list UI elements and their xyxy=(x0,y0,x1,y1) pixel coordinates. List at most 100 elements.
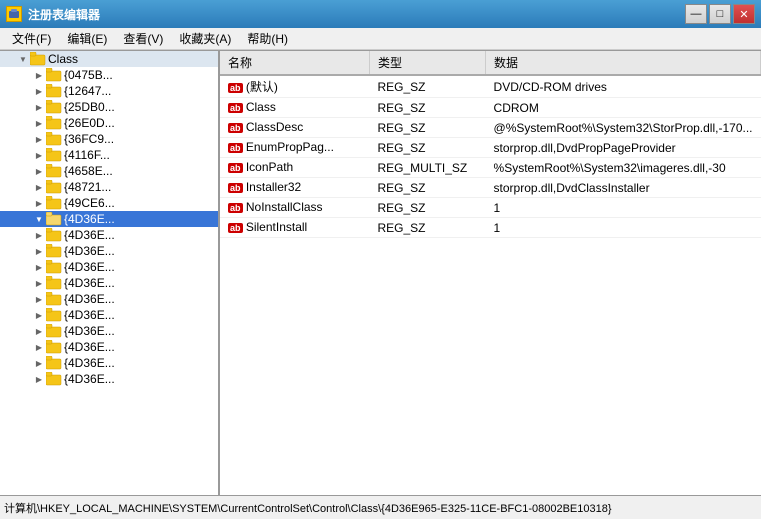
tree-item-4658[interactable]: ▶ {4658E... xyxy=(0,163,218,179)
tree-item-4d36e-5[interactable]: ▶ {4D36E... xyxy=(0,275,218,291)
cell-type: REG_SZ xyxy=(369,118,485,138)
cell-name: ab Installer32 xyxy=(220,178,369,198)
tree-item-49ce[interactable]: ▶ {49CE6... xyxy=(0,195,218,211)
tree-expand-arrow[interactable]: ▶ xyxy=(32,84,46,98)
tree-label-class: Class xyxy=(48,52,78,66)
folder-icon xyxy=(46,276,62,290)
folder-icon xyxy=(46,164,62,178)
tree-item-4d36e-4[interactable]: ▶ {4D36E... xyxy=(0,259,218,275)
col-name[interactable]: 名称 xyxy=(220,51,369,75)
tree-item-4d36e-8[interactable]: ▶ {4D36E... xyxy=(0,323,218,339)
tree-expand-arrow[interactable]: ▶ xyxy=(32,324,46,338)
tree-expand-arrow[interactable]: ▶ xyxy=(32,276,46,290)
table-row[interactable]: ab ClassDescREG_SZ@%SystemRoot%\System32… xyxy=(220,118,761,138)
folder-icon xyxy=(46,180,62,194)
menu-help[interactable]: 帮助(H) xyxy=(239,28,296,49)
tree-item-12647[interactable]: ▶ {12647... xyxy=(0,83,218,99)
tree-item-0475[interactable]: ▶ {0475B... xyxy=(0,67,218,83)
folder-icon xyxy=(46,100,62,114)
tree-item-4d36e-3[interactable]: ▶ {4D36E... xyxy=(0,243,218,259)
tree-expand-arrow[interactable]: ▶ xyxy=(32,180,46,194)
cell-type: REG_SZ xyxy=(369,98,485,118)
folder-icon xyxy=(46,116,62,130)
cell-type: REG_MULTI_SZ xyxy=(369,158,485,178)
tree-item-4d36e-selected[interactable]: ▼ {4D36E... xyxy=(0,211,218,227)
tree-expand-arrow[interactable]: ▶ xyxy=(32,100,46,114)
tree-expand-arrow[interactable]: ▶ xyxy=(32,132,46,146)
title-text: 注册表编辑器 xyxy=(28,6,100,23)
folder-icon xyxy=(46,68,62,82)
tree-item-36fc[interactable]: ▶ {36FC9... xyxy=(0,131,218,147)
registry-value-icon: ab xyxy=(228,123,243,133)
tree-item-4d36e-2[interactable]: ▶ {4D36E... xyxy=(0,227,218,243)
tree-label: {4D36E... xyxy=(64,260,115,274)
tree-expand-arrow[interactable]: ▶ xyxy=(32,196,46,210)
tree-expand-arrow[interactable]: ▶ xyxy=(32,116,46,130)
table-row[interactable]: ab ClassREG_SZCDROM xyxy=(220,98,761,118)
table-row[interactable]: ab NoInstallClassREG_SZ1 xyxy=(220,198,761,218)
col-data[interactable]: 数据 xyxy=(486,51,761,75)
tree-item-4d36e-10[interactable]: ▶ {4D36E... xyxy=(0,355,218,371)
tree-label: {4D36E... xyxy=(64,212,115,226)
cell-data: 1 xyxy=(486,218,761,238)
tree-item-4d36e-11[interactable]: ▶ {4D36E... xyxy=(0,371,218,387)
tree-expand-arrow[interactable]: ▶ xyxy=(32,308,46,322)
folder-icon xyxy=(46,148,62,162)
tree-label: {48721... xyxy=(64,180,111,194)
close-button[interactable]: ✕ xyxy=(733,4,755,24)
tree-item-4d36e-7[interactable]: ▶ {4D36E... xyxy=(0,307,218,323)
cell-name: ab Class xyxy=(220,98,369,118)
tree-expand-arrow[interactable]: ▶ xyxy=(32,228,46,242)
tree-expand-arrow[interactable]: ▶ xyxy=(32,68,46,82)
tree-label: {4D36E... xyxy=(64,292,115,306)
col-type[interactable]: 类型 xyxy=(369,51,485,75)
tree-label: {36FC9... xyxy=(64,132,114,146)
tree-expand-arrow[interactable]: ▼ xyxy=(16,52,30,66)
menu-edit[interactable]: 编辑(E) xyxy=(59,28,115,49)
cell-data: @%SystemRoot%\System32\StorProp.dll,-170… xyxy=(486,118,761,138)
registry-value-icon: ab xyxy=(228,203,243,213)
folder-icon xyxy=(46,244,62,258)
tree-label: {4D36E... xyxy=(64,308,115,322)
cell-type: REG_SZ xyxy=(369,178,485,198)
tree-expand-arrow[interactable]: ▶ xyxy=(32,340,46,354)
tree-label: {49CE6... xyxy=(64,196,115,210)
menu-file[interactable]: 文件(F) xyxy=(4,28,59,49)
tree-expand-arrow[interactable]: ▶ xyxy=(32,292,46,306)
menu-favorites[interactable]: 收藏夹(A) xyxy=(171,28,239,49)
tree-content[interactable]: ▼ Class ▶ {0475B... ▶ xyxy=(0,51,218,495)
tree-item-25db[interactable]: ▶ {25DB0... xyxy=(0,99,218,115)
tree-expand-arrow[interactable]: ▶ xyxy=(32,356,46,370)
folder-icon xyxy=(46,228,62,242)
tree-expand-arrow[interactable]: ▶ xyxy=(32,244,46,258)
table-row[interactable]: ab SilentInstallREG_SZ1 xyxy=(220,218,761,238)
tree-item-4d36e-6[interactable]: ▶ {4D36E... xyxy=(0,291,218,307)
tree-item-4116[interactable]: ▶ {4116F... xyxy=(0,147,218,163)
tree-item-26e0[interactable]: ▶ {26E0D... xyxy=(0,115,218,131)
menu-view[interactable]: 查看(V) xyxy=(115,28,171,49)
table-row[interactable]: ab (默认)REG_SZDVD/CD-ROM drives xyxy=(220,75,761,98)
window-controls: — □ ✕ xyxy=(685,4,755,24)
registry-scroll[interactable]: 名称 类型 数据 ab (默认)REG_SZDVD/CD-ROM drivesa… xyxy=(220,51,761,495)
tree-item-4d36e-9[interactable]: ▶ {4D36E... xyxy=(0,339,218,355)
tree-label: {26E0D... xyxy=(64,116,115,130)
tree-label: {0475B... xyxy=(64,68,113,82)
tree-expand-arrow[interactable]: ▶ xyxy=(32,164,46,178)
tree-expand-arrow[interactable]: ▶ xyxy=(32,148,46,162)
folder-icon xyxy=(46,324,62,338)
table-row[interactable]: ab Installer32REG_SZstorprop.dll,DvdClas… xyxy=(220,178,761,198)
tree-item-48721[interactable]: ▶ {48721... xyxy=(0,179,218,195)
table-row[interactable]: ab EnumPropPag...REG_SZstorprop.dll,DvdP… xyxy=(220,138,761,158)
tree-expand-arrow[interactable]: ▶ xyxy=(32,260,46,274)
tree-label: {4D36E... xyxy=(64,228,115,242)
folder-icon xyxy=(46,356,62,370)
tree-expand-arrow[interactable]: ▶ xyxy=(32,372,46,386)
tree-expand-arrow[interactable]: ▼ xyxy=(32,212,46,226)
table-row[interactable]: ab IconPathREG_MULTI_SZ%SystemRoot%\Syst… xyxy=(220,158,761,178)
tree-label: {4D36E... xyxy=(64,276,115,290)
minimize-button[interactable]: — xyxy=(685,4,707,24)
tree-item-class[interactable]: ▼ Class xyxy=(0,51,218,67)
maximize-button[interactable]: □ xyxy=(709,4,731,24)
folder-icon xyxy=(46,196,62,210)
cell-name: ab ClassDesc xyxy=(220,118,369,138)
